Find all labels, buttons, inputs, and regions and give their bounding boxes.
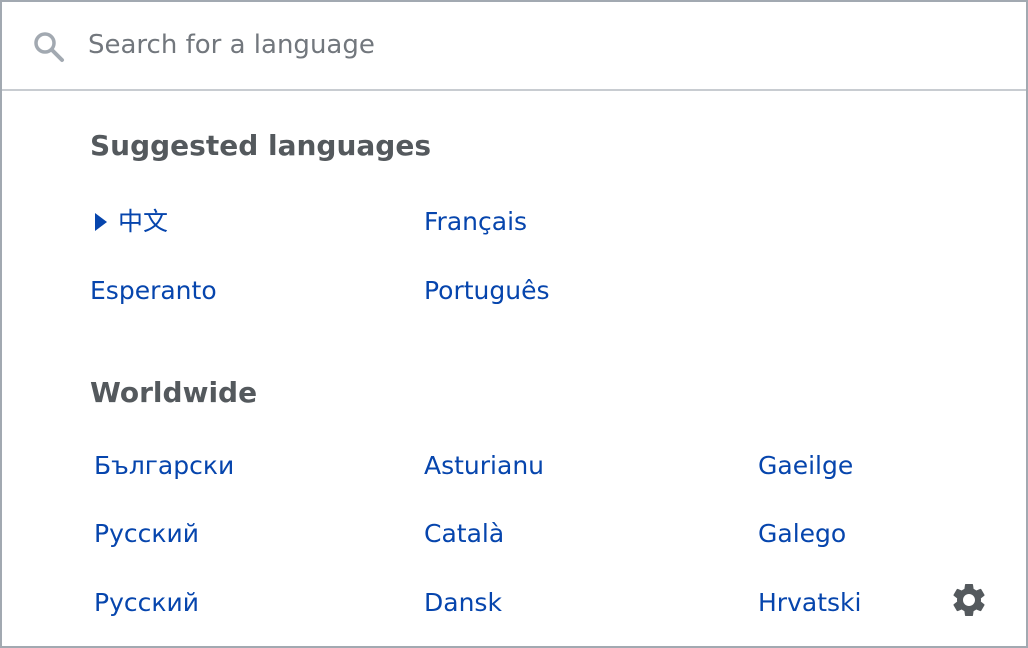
language-link-french[interactable]: Français — [424, 205, 527, 239]
language-link-croatian[interactable]: Hrvatski — [758, 586, 861, 620]
language-link-russian-2[interactable]: Русский — [94, 586, 199, 620]
language-link-esperanto[interactable]: Esperanto — [90, 274, 217, 308]
language-link-catalan[interactable]: Català — [424, 517, 504, 551]
worldwide-heading: Worldwide — [90, 376, 258, 409]
selected-indicator-icon — [95, 213, 107, 231]
language-link-bulgarian[interactable]: Български — [94, 449, 234, 483]
language-link-chinese[interactable]: 中文 — [118, 205, 168, 239]
search-input[interactable] — [88, 22, 988, 68]
search-icon — [32, 30, 66, 64]
language-link-irish[interactable]: Gaeilge — [758, 449, 853, 483]
gear-icon[interactable] — [949, 580, 989, 620]
search-bar — [2, 2, 1026, 91]
language-link-galician[interactable]: Galego — [758, 517, 846, 551]
suggested-languages-heading: Suggested languages — [90, 129, 432, 162]
language-link-russian[interactable]: Русский — [94, 517, 199, 551]
language-link-portuguese[interactable]: Português — [424, 274, 550, 308]
language-selector-panel: Suggested languages 中文 Français Esperant… — [0, 0, 1028, 648]
language-link-asturian[interactable]: Asturianu — [424, 449, 544, 483]
language-link-danish[interactable]: Dansk — [424, 586, 502, 620]
